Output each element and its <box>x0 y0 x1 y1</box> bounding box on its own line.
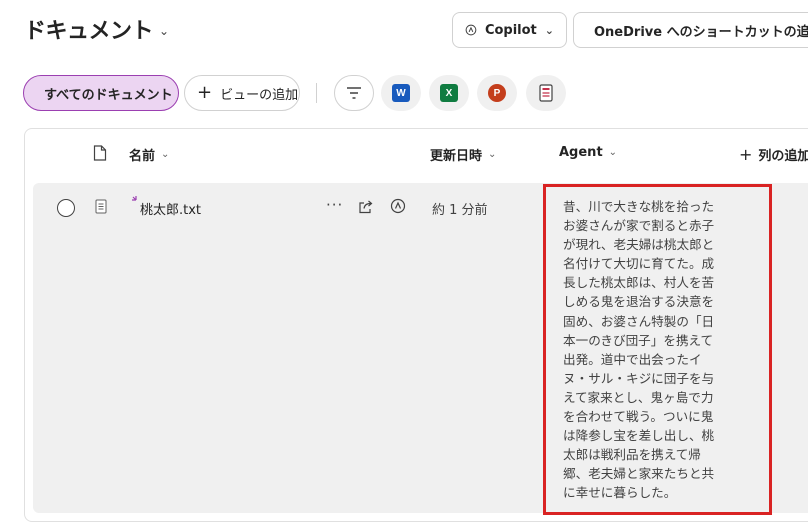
column-name-label: 名前 <box>129 149 156 164</box>
forms-icon <box>539 84 553 102</box>
file-name-link[interactable]: 桃太郎.txt <box>140 199 201 218</box>
column-agent-label: Agent <box>559 145 603 160</box>
word-icon: W <box>392 84 410 102</box>
view-selector-all-documents[interactable]: すべてのドキュメント <box>23 75 179 111</box>
new-forms-button[interactable] <box>526 75 566 111</box>
filter-icon <box>347 87 361 99</box>
chevron-down-icon: ⌄ <box>608 147 618 158</box>
add-view-button[interactable]: + ビューの追加 <box>184 75 300 111</box>
view-label: すべてのドキュメント <box>44 87 173 103</box>
add-column-button[interactable]: + 列の追加 <box>739 145 808 164</box>
copilot-icon <box>465 24 477 36</box>
column-header-name[interactable]: 名前 ⌄ <box>129 145 169 164</box>
plus-icon: + <box>197 82 213 103</box>
filter-button[interactable] <box>334 75 374 111</box>
column-header-agent[interactable]: Agent ⌄ <box>559 145 617 160</box>
file-type-header-icon[interactable] <box>93 145 107 161</box>
add-onedrive-shortcut-button[interactable]: OneDrive へのショートカットの追加 <box>573 12 808 48</box>
add-view-label: ビューの追加 <box>220 87 299 103</box>
library-title[interactable]: ドキュメント ⌄ <box>24 13 169 45</box>
copilot-label: Copilot <box>484 22 537 38</box>
column-modified-label: 更新日時 <box>430 149 483 164</box>
agent-summary-text: 昔、川で大きな桃を拾ったお婆さんが家で割ると赤子が現れ、老夫婦は桃太郎と名付けて… <box>563 199 715 501</box>
copilot-button[interactable]: Copilot ⌄ <box>452 12 567 48</box>
copilot-icon[interactable] <box>390 198 406 214</box>
text-file-icon <box>95 199 107 214</box>
new-excel-button[interactable]: X <box>429 75 469 111</box>
excel-icon: X <box>440 84 458 102</box>
modified-time: 約 1 分前 <box>432 203 488 218</box>
chevron-down-icon: ⌄ <box>159 24 169 38</box>
new-powerpoint-button[interactable]: P <box>477 75 517 111</box>
share-icon[interactable] <box>358 199 374 214</box>
onedrive-label: OneDrive へのショートカットの追加 <box>594 24 808 40</box>
new-word-button[interactable]: W <box>381 75 421 111</box>
page-title: ドキュメント <box>24 19 154 44</box>
chevron-down-icon: ⌄ <box>488 149 497 160</box>
more-actions-button[interactable]: ··· <box>326 196 343 214</box>
chevron-down-icon: ⌄ <box>544 23 554 37</box>
column-header-modified[interactable]: 更新日時 ⌄ <box>430 145 496 164</box>
toolbar-divider <box>316 83 317 103</box>
plus-icon: + <box>739 145 753 164</box>
row-select-radio[interactable] <box>57 199 75 217</box>
add-column-label: 列の追加 <box>758 149 808 164</box>
chevron-down-icon: ⌄ <box>161 149 170 160</box>
powerpoint-icon: P <box>488 84 506 102</box>
